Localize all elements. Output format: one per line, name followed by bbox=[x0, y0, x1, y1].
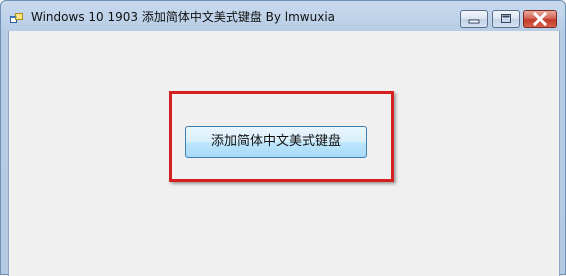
add-chinese-us-keyboard-button[interactable]: 添加简体中文美式键盘 bbox=[185, 126, 367, 158]
window-title: Windows 10 1903 添加简体中文美式键盘 By lmwuxia bbox=[31, 10, 336, 24]
minimize-button[interactable] bbox=[460, 10, 488, 28]
close-icon bbox=[532, 11, 548, 27]
maximize-icon bbox=[501, 14, 511, 23]
title-bar[interactable]: Windows 10 1903 添加简体中文美式键盘 By lmwuxia bbox=[1, 1, 565, 31]
minimize-icon bbox=[468, 19, 480, 24]
app-window-icon[interactable] bbox=[10, 10, 23, 23]
close-button[interactable] bbox=[523, 10, 557, 28]
maximize-button[interactable] bbox=[492, 10, 520, 28]
